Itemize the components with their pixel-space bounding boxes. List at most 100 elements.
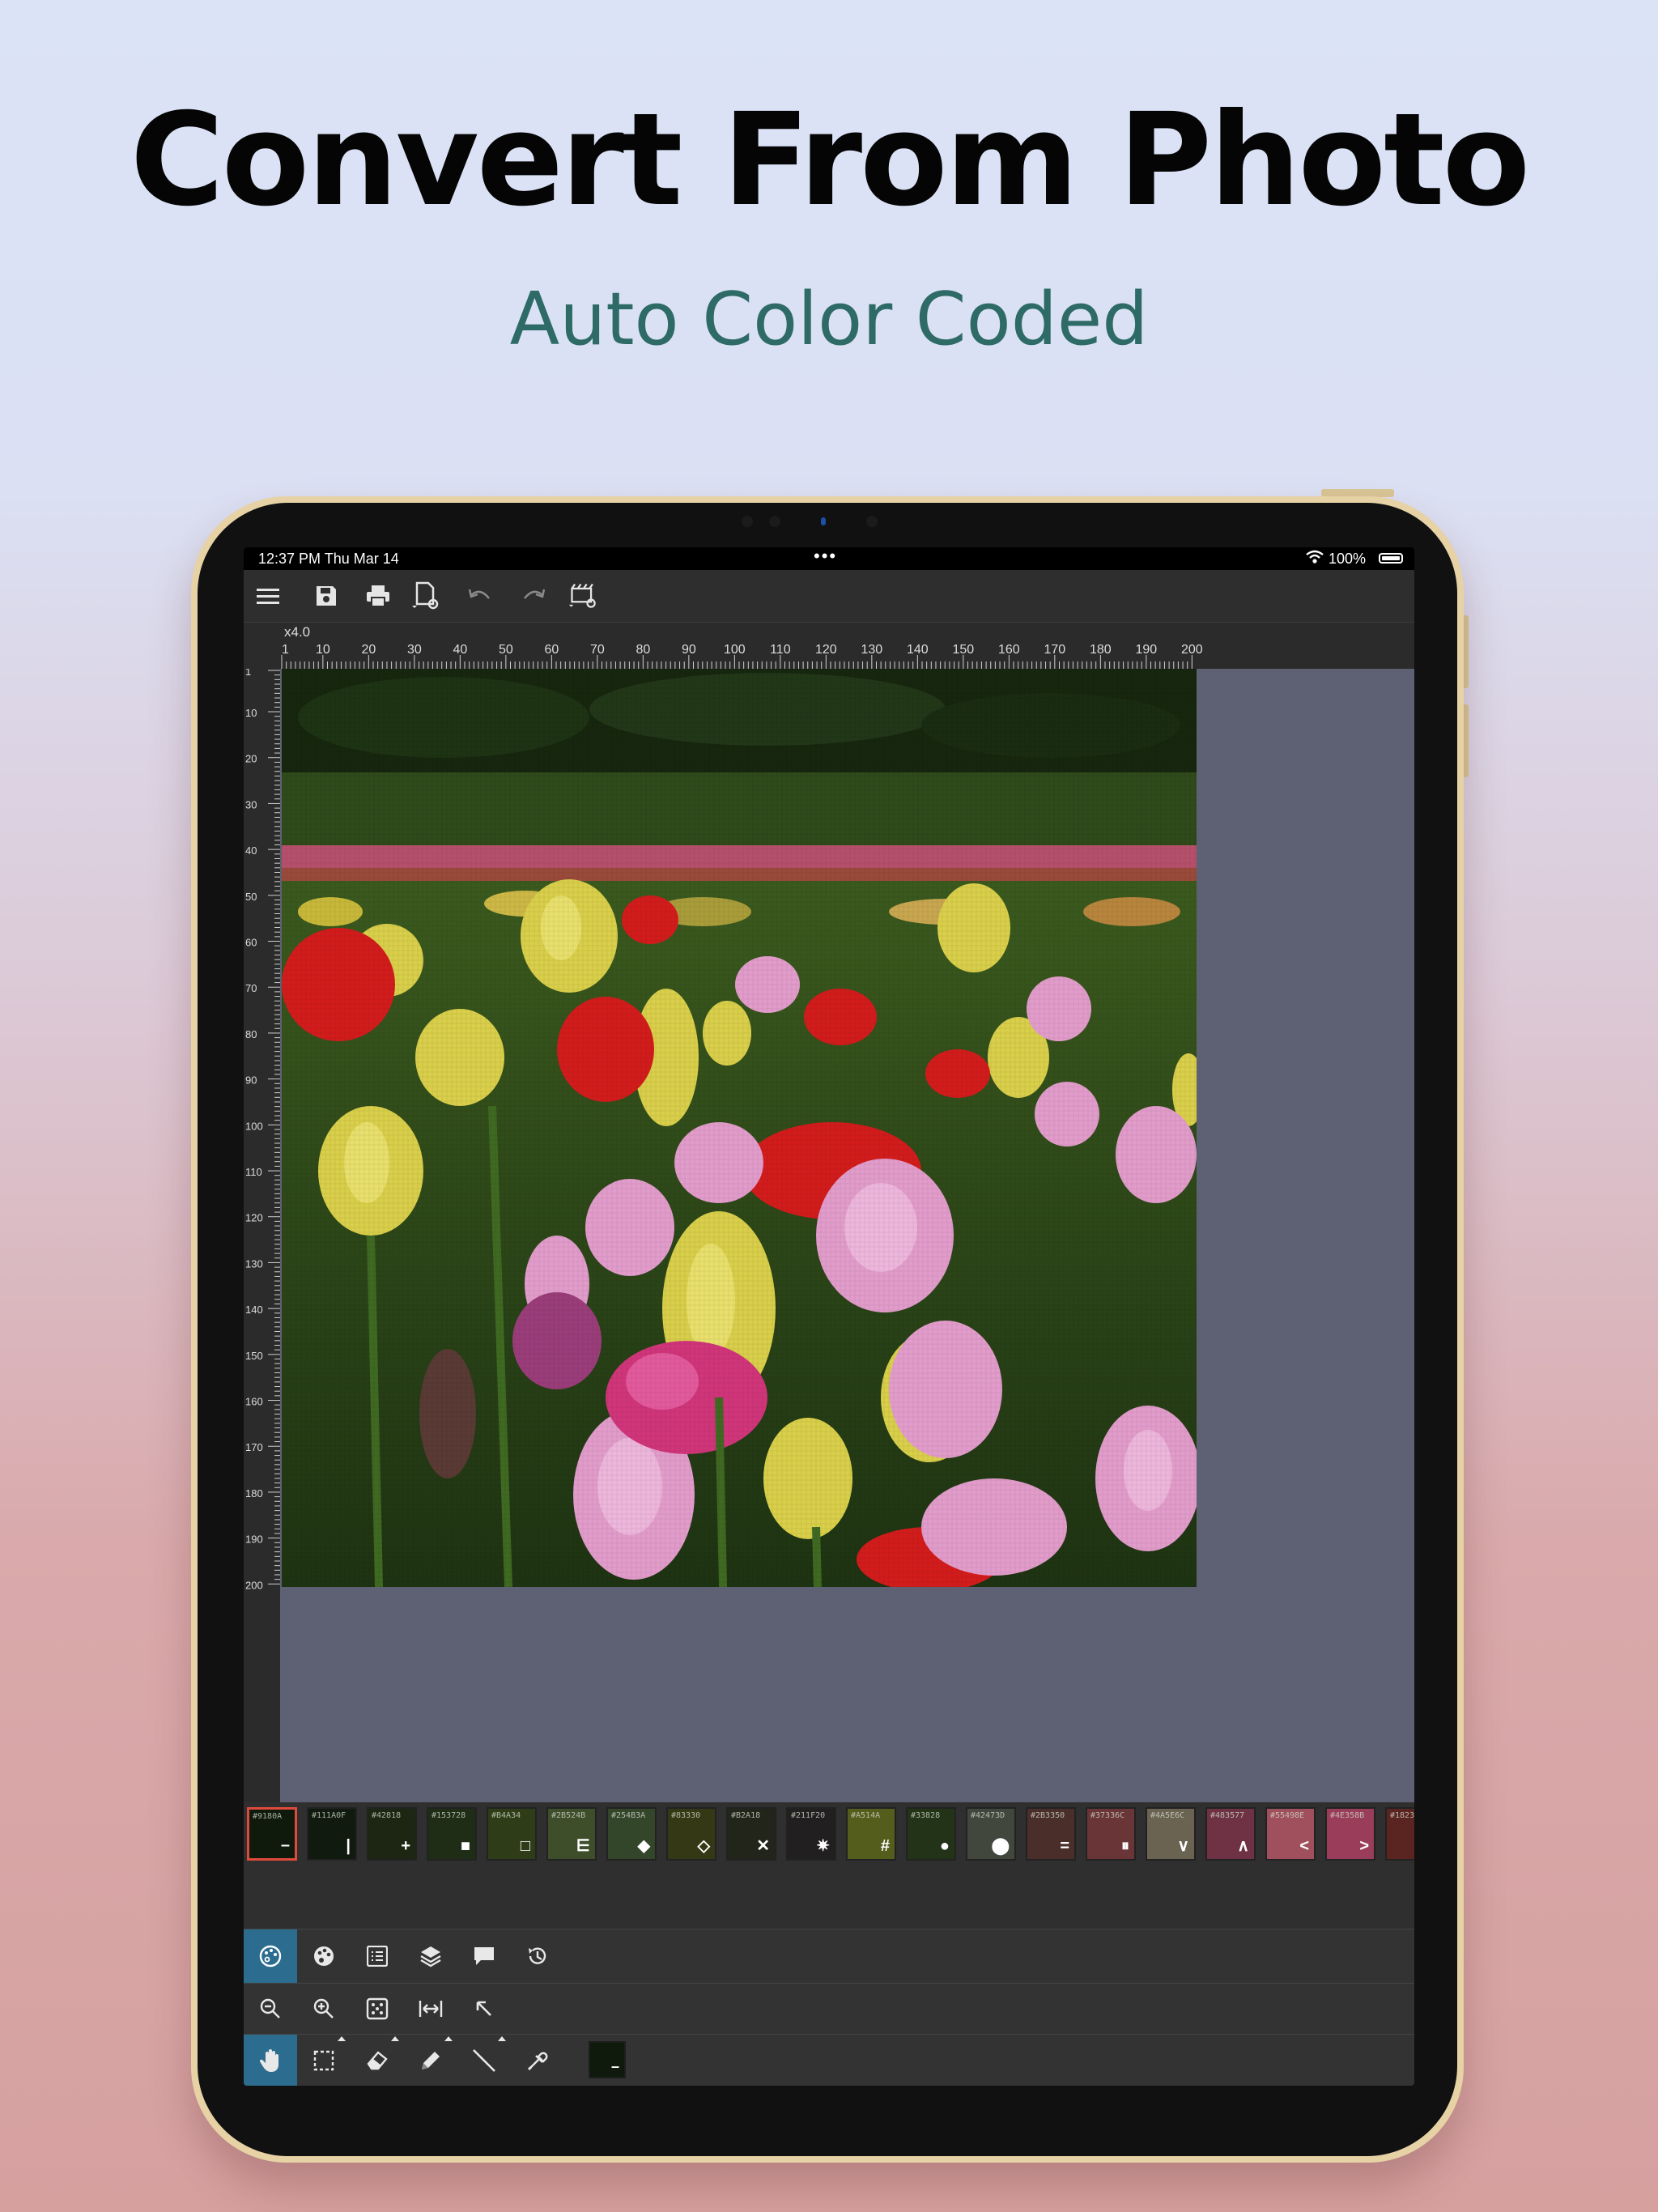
ruler-label: 150: [245, 1350, 263, 1362]
swatch-hex-label: #4A5E6C: [1150, 1811, 1185, 1820]
swatch-hex-label: #483577: [1210, 1811, 1245, 1820]
current-color-swatch[interactable]: –: [589, 2041, 626, 2078]
top-toolbar: [244, 570, 1414, 623]
color-palette-strip: #9180A – #111A0F | #42818 + #153728 ■ #B4A34 □ #2B…: [244, 1802, 1414, 1932]
save-icon[interactable]: [310, 580, 342, 612]
palette-swatch[interactable]: #254B3A ◆: [606, 1807, 657, 1861]
ruler-label: 60: [245, 937, 257, 949]
pencil-icon[interactable]: [404, 2035, 457, 2086]
ruler-label: 110: [770, 643, 791, 657]
ruler-label: 10: [245, 707, 257, 719]
app-screen: 12:37 PM Thu Mar 14 ••• 100% x4.0 1 10 2…: [244, 547, 1414, 2086]
palette-colors-icon[interactable]: [244, 1929, 297, 1983]
menu-icon[interactable]: [252, 580, 284, 612]
ruler-label: 100: [245, 1120, 263, 1132]
palette-swatch[interactable]: #55498E <: [1265, 1807, 1316, 1861]
color-palette-icon[interactable]: [297, 1929, 351, 1983]
palette-swatch[interactable]: #2B524B ⋿: [546, 1807, 597, 1861]
ruler-label: 150: [952, 643, 974, 657]
select-rectangle-icon[interactable]: [297, 2035, 351, 2086]
palette-swatch[interactable]: #33828 ●: [906, 1807, 956, 1861]
swatch-hex-label: #111A0F: [312, 1811, 346, 1820]
palette-swatch[interactable]: #211F20 ✷: [786, 1807, 836, 1861]
layers-icon[interactable]: [404, 1929, 457, 1983]
comment-icon[interactable]: [457, 1929, 511, 1983]
camera-dot: [769, 516, 780, 527]
swatch-hex-label: #2B3350: [1031, 1811, 1065, 1820]
ruler-label: 90: [682, 643, 696, 657]
fit-width-icon[interactable]: [404, 1984, 457, 2034]
wifi-icon: [1306, 550, 1324, 564]
ruler-label: 30: [407, 643, 422, 657]
line-tool-icon[interactable]: [457, 2035, 511, 2086]
swatch-hex-label: #B2A18: [731, 1811, 761, 1820]
swatch-hex-label: #1823: [1390, 1811, 1414, 1820]
swatch-symbol: ∧: [1237, 1837, 1249, 1855]
print-icon[interactable]: [362, 580, 394, 612]
palette-swatch[interactable]: #111A0F |: [307, 1807, 357, 1861]
submenu-indicator-icon: [338, 2036, 346, 2041]
ruler-label: 140: [245, 1304, 263, 1316]
ruler-label: 30: [245, 798, 257, 810]
ruler-label: 60: [544, 643, 559, 657]
swatch-symbol: =: [1060, 1837, 1069, 1855]
palette-swatch[interactable]: #42818 +: [367, 1807, 417, 1861]
ruler-label: 40: [453, 643, 467, 657]
ruler-label: 80: [636, 643, 650, 657]
zoom-in-icon[interactable]: [297, 1984, 351, 2034]
undo-icon[interactable]: [464, 580, 496, 612]
eraser-icon[interactable]: [351, 2035, 404, 2086]
ruler-label: 170: [245, 1441, 263, 1453]
palette-swatch[interactable]: #A514A #: [846, 1807, 896, 1861]
list-icon[interactable]: [351, 1929, 404, 1983]
vertical-ruler: 1 10 20 30 40 50 60 70 80 90 100 110 120 130 140 150 160…: [244, 666, 280, 1802]
ruler-label: 10: [316, 643, 330, 657]
palette-swatch[interactable]: #1823: [1385, 1807, 1414, 1861]
palette-swatch[interactable]: #37336C ⏸: [1086, 1807, 1136, 1861]
ruler-label: 140: [907, 643, 929, 657]
battery-percent: 100%: [1328, 551, 1366, 567]
hand-pan-icon[interactable]: [244, 2035, 297, 2086]
document-settings-icon[interactable]: [410, 580, 443, 612]
ruler-ticks: 1 10 20 30 40 50 60 70 80 90 100 110 120 130 140 150 160…: [281, 643, 1203, 669]
swatch-symbol: ✷: [816, 1837, 830, 1855]
ruler-label: 50: [499, 643, 513, 657]
ruler-label: 200: [245, 1579, 263, 1591]
redo-icon[interactable]: [517, 580, 550, 612]
ruler-label: 180: [245, 1487, 263, 1499]
ruler-label: 1: [282, 643, 289, 657]
swatch-hex-label: #37336C: [1090, 1811, 1125, 1820]
camera-dot: [866, 516, 878, 527]
swatch-symbol: ⏸: [1121, 1837, 1129, 1855]
swatch-symbol: >: [1359, 1837, 1369, 1855]
palette-swatch[interactable]: #2B3350 =: [1026, 1807, 1076, 1861]
palette-swatch[interactable]: #B4A34 □: [487, 1807, 537, 1861]
ruler-label: 50: [245, 891, 257, 903]
palette-swatch[interactable]: #483577 ∧: [1205, 1807, 1256, 1861]
swatch-symbol: ■: [460, 1837, 470, 1855]
ruler-label: 180: [1090, 643, 1112, 657]
history-icon[interactable]: [511, 1929, 564, 1983]
palette-swatch[interactable]: #9180A –: [247, 1807, 297, 1861]
palette-swatch[interactable]: #83330 ◇: [666, 1807, 716, 1861]
swatch-hex-label: #4E358B: [1330, 1811, 1365, 1820]
fit-screen-icon[interactable]: [351, 1984, 404, 2034]
swatch-hex-label: #42473D: [971, 1811, 1005, 1820]
zoom-out-icon[interactable]: [244, 1984, 297, 2034]
swatch-symbol: +: [401, 1837, 410, 1855]
cursor-arrow-icon[interactable]: [457, 1984, 511, 2034]
multitask-dots-icon[interactable]: •••: [814, 547, 837, 567]
palette-swatch[interactable]: #B2A18 ✕: [726, 1807, 776, 1861]
palette-swatch[interactable]: #42473D ⬤: [966, 1807, 1016, 1861]
pixelated-tulip-image[interactable]: [282, 669, 1197, 1587]
swatch-symbol: ⋿: [576, 1837, 590, 1855]
palette-swatch[interactable]: #4A5E6C ∨: [1146, 1807, 1196, 1861]
palette-swatch[interactable]: #4E358B >: [1325, 1807, 1375, 1861]
swatch-symbol: ◇: [697, 1837, 710, 1855]
palette-swatch[interactable]: #153728 ■: [427, 1807, 477, 1861]
canvas-settings-icon[interactable]: [568, 580, 600, 612]
ruler-label: 40: [245, 844, 257, 857]
ruler-label: 160: [245, 1396, 263, 1408]
ruler-label: 100: [724, 643, 746, 657]
eyedropper-icon[interactable]: [511, 2035, 564, 2086]
